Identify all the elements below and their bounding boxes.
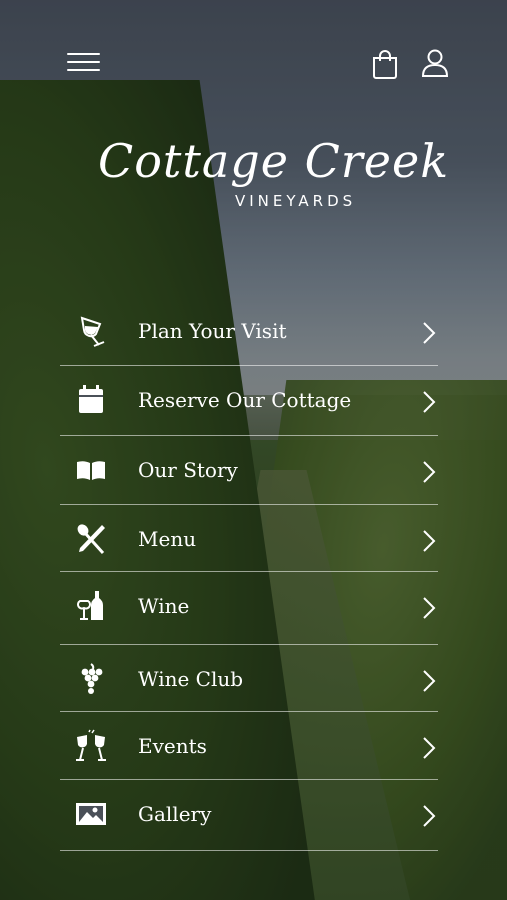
cheers-icon <box>74 729 108 763</box>
menu-item-events[interactable]: Events <box>60 712 438 780</box>
open-book-icon <box>74 453 108 487</box>
menu-item-label: Gallery <box>138 802 212 826</box>
chevron-right-icon <box>422 321 436 345</box>
menu-item-plan-your-visit[interactable]: Plan Your Visit <box>60 297 438 366</box>
menu-item-gallery[interactable]: Gallery <box>60 780 438 851</box>
menu-item-label: Reserve Our Cottage <box>138 388 352 412</box>
top-bar <box>0 0 507 120</box>
brand-logo: Cottage Creek VINEYARDS <box>90 132 450 222</box>
hamburger-menu-icon[interactable] <box>66 50 102 76</box>
chevron-right-icon <box>422 736 436 760</box>
image-icon <box>74 797 108 831</box>
menu-item-label: Our Story <box>138 458 238 482</box>
menu-item-reserve-our-cottage[interactable]: Reserve Our Cottage <box>60 366 438 436</box>
menu-item-label: Wine <box>138 594 190 618</box>
fork-knife-icon <box>74 522 108 556</box>
user-icon[interactable] <box>420 48 450 78</box>
menu-item-our-story[interactable]: Our Story <box>60 436 438 505</box>
calendar-icon <box>74 383 108 417</box>
wine-bottle-icon <box>74 589 108 623</box>
menu-item-menu[interactable]: Menu <box>60 505 438 572</box>
wine-glass-icon <box>74 314 108 348</box>
menu-item-label: Plan Your Visit <box>138 319 287 343</box>
brand-script-name: Cottage Creek <box>98 134 450 188</box>
menu-item-wine-club[interactable]: Wine Club <box>60 645 438 712</box>
chevron-right-icon <box>422 669 436 693</box>
menu-item-label: Wine Club <box>138 667 244 691</box>
menu-item-label: Events <box>138 734 207 758</box>
brand-subtitle: VINEYARDS <box>235 192 357 210</box>
grapes-icon <box>74 662 108 696</box>
menu-item-label: Menu <box>138 527 197 551</box>
chevron-right-icon <box>422 390 436 414</box>
shopping-bag-icon[interactable] <box>371 49 399 79</box>
chevron-right-icon <box>422 596 436 620</box>
chevron-right-icon <box>422 529 436 553</box>
chevron-right-icon <box>422 460 436 484</box>
chevron-right-icon <box>422 804 436 828</box>
menu-item-wine[interactable]: Wine <box>60 572 438 645</box>
